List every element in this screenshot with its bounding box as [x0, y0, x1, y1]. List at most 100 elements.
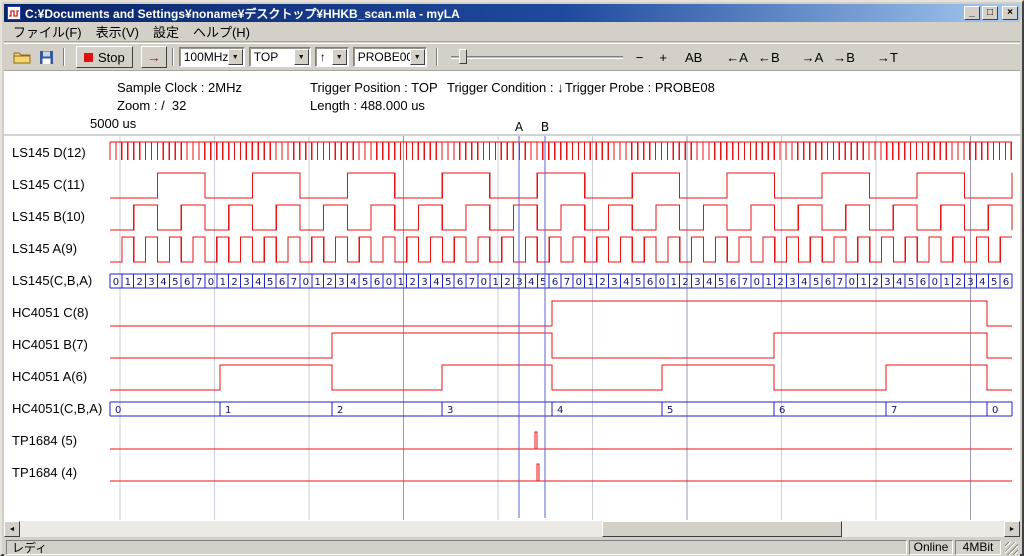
svg-text:2: 2: [777, 277, 783, 288]
svg-text:3: 3: [967, 277, 973, 288]
horizontal-scrollbar[interactable]: ◄ ►: [4, 521, 1020, 537]
resize-grip[interactable]: [1005, 542, 1018, 555]
svg-text:4: 4: [557, 405, 563, 416]
save-button[interactable]: [34, 46, 58, 68]
close-button[interactable]: ×: [1002, 6, 1018, 20]
svg-text:5: 5: [362, 277, 368, 288]
svg-text:2: 2: [504, 277, 510, 288]
svg-text:7: 7: [564, 277, 570, 288]
svg-text:0: 0: [992, 405, 998, 416]
svg-text:4: 4: [623, 277, 629, 288]
app-window: C:¥Documents and Settings¥noname¥デスクトップ¥…: [0, 0, 1024, 556]
chevron-down-icon[interactable]: ▼: [294, 49, 309, 65]
status-message: レディ: [6, 540, 907, 555]
waveform-area[interactable]: Sample Clock : 2MHz Trigger Position : T…: [4, 71, 1020, 521]
window-title: C:¥Documents and Settings¥noname¥デスクトップ¥…: [25, 5, 962, 22]
svg-text:7: 7: [837, 277, 843, 288]
svg-text:2: 2: [136, 277, 142, 288]
svg-text:4: 4: [350, 277, 356, 288]
right-b-button[interactable]: →B: [828, 47, 860, 67]
stop-label: Stop: [98, 50, 125, 65]
svg-text:4: 4: [706, 277, 712, 288]
svg-text:6: 6: [457, 277, 463, 288]
minimize-button[interactable]: _: [964, 6, 980, 20]
sample-clock-select[interactable]: 100MHz ▼: [179, 47, 245, 67]
save-floppy-icon: [39, 50, 54, 65]
svg-text:6: 6: [374, 277, 380, 288]
svg-text:2: 2: [337, 405, 343, 416]
stop-button[interactable]: Stop: [76, 46, 133, 68]
svg-text:1: 1: [671, 277, 677, 288]
menu-item-settings[interactable]: 設定: [146, 20, 186, 43]
svg-text:7: 7: [291, 277, 297, 288]
chevron-down-icon[interactable]: ▼: [228, 49, 243, 65]
scroll-right-button[interactable]: ►: [1004, 521, 1020, 537]
svg-text:3: 3: [447, 405, 453, 416]
left-a-button[interactable]: ←A: [721, 47, 753, 67]
status-online: Online: [909, 540, 953, 555]
svg-text:1: 1: [220, 277, 226, 288]
right-t-button[interactable]: →T: [872, 47, 903, 67]
svg-text:2: 2: [682, 277, 688, 288]
run-button[interactable]: →: [141, 46, 167, 68]
trigger-edge-select[interactable]: ↑ ▼: [315, 47, 349, 67]
svg-text:2: 2: [326, 277, 332, 288]
svg-text:3: 3: [694, 277, 700, 288]
menu-item-view[interactable]: 表示(V): [89, 20, 146, 43]
chevron-down-icon[interactable]: ▼: [410, 49, 425, 65]
maximize-button[interactable]: □: [982, 6, 998, 20]
svg-text:5: 5: [267, 277, 273, 288]
svg-text:0: 0: [113, 277, 119, 288]
tool-bar: Stop → 100MHz ▼ TOP ▼ ↑ ▼ PROBE00 ▼ − + …: [4, 43, 1020, 71]
svg-text:6: 6: [779, 405, 785, 416]
svg-text:1: 1: [944, 277, 950, 288]
menu-item-help[interactable]: ヘルプ(H): [186, 20, 257, 43]
trigger-edge-value: ↑: [320, 50, 326, 64]
svg-text:5: 5: [718, 277, 724, 288]
toolbar-separator: [172, 48, 174, 66]
trigger-position-value: TOP: [254, 50, 278, 64]
svg-text:4: 4: [433, 277, 439, 288]
svg-text:1: 1: [766, 277, 772, 288]
right-a-button[interactable]: →A: [797, 47, 829, 67]
svg-text:1: 1: [587, 277, 593, 288]
zoom-out-button[interactable]: −: [631, 47, 649, 67]
svg-text:0: 0: [932, 277, 938, 288]
svg-text:0: 0: [659, 277, 665, 288]
trigger-probe-value: PROBE00: [358, 50, 413, 64]
svg-text:6: 6: [1003, 277, 1009, 288]
svg-text:5: 5: [908, 277, 914, 288]
svg-text:0: 0: [576, 277, 582, 288]
trigger-position-select[interactable]: TOP ▼: [249, 47, 311, 67]
scroll-thumb[interactable]: [602, 521, 842, 537]
svg-text:7: 7: [196, 277, 202, 288]
svg-text:6: 6: [920, 277, 926, 288]
svg-text:5: 5: [667, 405, 673, 416]
svg-text:6: 6: [552, 277, 558, 288]
svg-text:4: 4: [528, 277, 534, 288]
app-icon: [7, 6, 21, 20]
svg-text:7: 7: [742, 277, 748, 288]
svg-text:4: 4: [979, 277, 985, 288]
svg-text:0: 0: [115, 405, 121, 416]
svg-text:6: 6: [184, 277, 190, 288]
svg-text:3: 3: [884, 277, 890, 288]
left-b-button[interactable]: ←B: [753, 47, 785, 67]
ab-cursor-button[interactable]: AB: [680, 47, 707, 67]
open-button[interactable]: [10, 46, 34, 68]
zoom-in-button[interactable]: +: [654, 47, 672, 67]
svg-text:2: 2: [872, 277, 878, 288]
waveform-canvas[interactable]: 0123456701234567012345601234567012345670…: [4, 71, 1020, 521]
scroll-left-button[interactable]: ◄: [4, 521, 20, 537]
zoom-slider[interactable]: [451, 47, 623, 67]
svg-text:7: 7: [469, 277, 475, 288]
chevron-down-icon[interactable]: ▼: [332, 49, 347, 65]
svg-text:3: 3: [148, 277, 154, 288]
slider-thumb[interactable]: [459, 49, 467, 64]
svg-text:5: 5: [635, 277, 641, 288]
slider-track: [451, 56, 623, 59]
trigger-probe-select[interactable]: PROBE00 ▼: [353, 47, 427, 67]
svg-text:6: 6: [825, 277, 831, 288]
svg-text:B: B: [541, 120, 549, 134]
menu-item-file[interactable]: ファイル(F): [6, 20, 89, 43]
